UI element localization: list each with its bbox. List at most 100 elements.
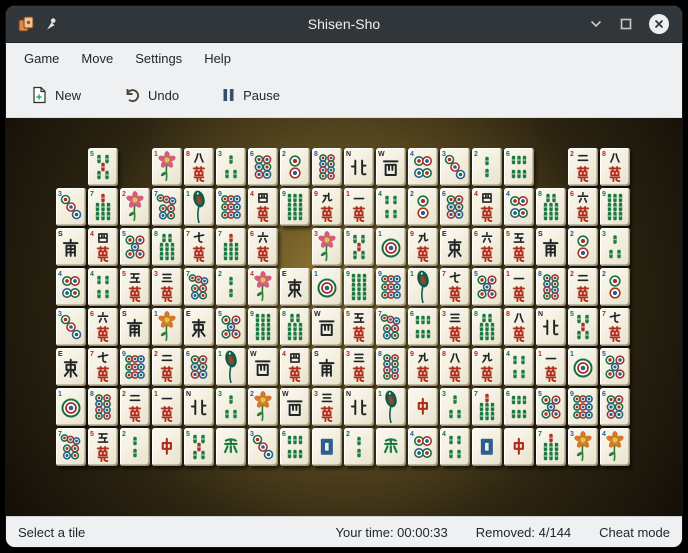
tile-m8[interactable]: 8: [600, 148, 630, 186]
menu-help[interactable]: Help: [194, 47, 241, 70]
tile-m1[interactable]: 1: [536, 348, 566, 386]
minimize-button[interactable]: [588, 16, 604, 32]
tile-m5[interactable]: 5: [344, 308, 374, 346]
tile-p1[interactable]: 1: [312, 268, 342, 306]
tile-s2[interactable]: 2: [344, 428, 374, 466]
tile-wE[interactable]: E: [440, 228, 470, 266]
tile-p2[interactable]: 2: [600, 268, 630, 306]
tile-wN[interactable]: N: [344, 148, 374, 186]
tile-p5[interactable]: 5: [600, 348, 630, 386]
menu-move[interactable]: Move: [71, 47, 123, 70]
tile-dR[interactable]: [408, 388, 438, 426]
tile-s3[interactable]: 3: [600, 228, 630, 266]
tile-m9[interactable]: 9: [472, 348, 502, 386]
tile-wE[interactable]: E: [56, 348, 86, 386]
tile-s1[interactable]: 1: [408, 268, 438, 306]
tile-s9[interactable]: 9: [248, 308, 278, 346]
tile-g2[interactable]: 2: [248, 388, 278, 426]
tile-s3[interactable]: 3: [216, 388, 246, 426]
tile-m4[interactable]: 4: [280, 348, 310, 386]
tile-f2[interactable]: 2: [120, 188, 150, 226]
tile-dW[interactable]: [312, 428, 342, 466]
tile-m5[interactable]: 5: [88, 428, 118, 466]
tile-s5[interactable]: 5: [184, 428, 214, 466]
tile-m6[interactable]: 6: [472, 228, 502, 266]
tile-s8[interactable]: 8: [536, 188, 566, 226]
tile-f4[interactable]: 4: [248, 268, 278, 306]
tile-f3[interactable]: 3: [312, 228, 342, 266]
tile-f1[interactable]: 1: [152, 148, 182, 186]
undo-button[interactable]: Undo: [117, 82, 185, 108]
tile-s7[interactable]: 7: [216, 228, 246, 266]
tile-wS[interactable]: S: [536, 228, 566, 266]
tile-g4[interactable]: 4: [600, 428, 630, 466]
tile-s4[interactable]: 4: [504, 348, 534, 386]
tile-p9[interactable]: 9: [376, 268, 406, 306]
tile-s1[interactable]: 1: [184, 188, 214, 226]
new-button[interactable]: New: [24, 82, 87, 108]
tile-s9[interactable]: 9: [600, 188, 630, 226]
tile-s1[interactable]: 1: [216, 348, 246, 386]
tile-m7[interactable]: 7: [600, 308, 630, 346]
tile-p7[interactable]: 7: [152, 188, 182, 226]
tile-p7[interactable]: 7: [184, 268, 214, 306]
tile-m3[interactable]: 3: [152, 268, 182, 306]
tile-p3[interactable]: 3: [56, 188, 86, 226]
tile-p9[interactable]: 9: [216, 188, 246, 226]
tile-p3[interactable]: 3: [56, 308, 86, 346]
tile-p8[interactable]: 8: [88, 388, 118, 426]
tile-p1[interactable]: 1: [56, 388, 86, 426]
tile-p3[interactable]: 3: [440, 148, 470, 186]
tile-m2[interactable]: 2: [120, 388, 150, 426]
tile-m8[interactable]: 8: [440, 348, 470, 386]
tile-s4[interactable]: 4: [88, 268, 118, 306]
close-button[interactable]: [648, 13, 670, 35]
tile-wE[interactable]: E: [184, 308, 214, 346]
tile-s3[interactable]: 3: [216, 148, 246, 186]
tile-wS[interactable]: S: [56, 228, 86, 266]
tile-s2[interactable]: 2: [472, 148, 502, 186]
tile-m2[interactable]: 2: [568, 148, 598, 186]
menu-settings[interactable]: Settings: [125, 47, 192, 70]
tile-p5[interactable]: 5: [216, 308, 246, 346]
tile-p4[interactable]: 4: [408, 148, 438, 186]
tile-m5[interactable]: 5: [504, 228, 534, 266]
tile-wW[interactable]: W: [248, 348, 278, 386]
tile-s6[interactable]: 6: [408, 308, 438, 346]
tile-m1[interactable]: 1: [504, 268, 534, 306]
tile-m6[interactable]: 6: [88, 308, 118, 346]
tile-wW[interactable]: W: [280, 388, 310, 426]
menu-game[interactable]: Game: [14, 47, 69, 70]
tile-m1[interactable]: 1: [344, 188, 374, 226]
tile-dR[interactable]: [504, 428, 534, 466]
tile-m9[interactable]: 9: [408, 348, 438, 386]
tile-s1[interactable]: 1: [376, 388, 406, 426]
tile-p6[interactable]: 6: [248, 148, 278, 186]
tile-s5[interactable]: 5: [344, 228, 374, 266]
tile-s8[interactable]: 8: [280, 308, 310, 346]
tile-s6[interactable]: 6: [504, 148, 534, 186]
tile-wS[interactable]: S: [312, 348, 342, 386]
tile-p8[interactable]: 8: [376, 348, 406, 386]
tile-s4[interactable]: 4: [376, 188, 406, 226]
tile-m2[interactable]: 2: [568, 268, 598, 306]
tile-p8[interactable]: 8: [312, 148, 342, 186]
tile-m8[interactable]: 8: [504, 308, 534, 346]
tile-m2[interactable]: 2: [152, 348, 182, 386]
tile-wN[interactable]: N: [344, 388, 374, 426]
titlebar[interactable]: Shisen-Sho: [6, 6, 682, 43]
tile-dW[interactable]: [472, 428, 502, 466]
tile-p1[interactable]: 1: [568, 348, 598, 386]
tile-dR[interactable]: [152, 428, 182, 466]
tile-m4[interactable]: 4: [472, 188, 502, 226]
tile-wW[interactable]: W: [376, 148, 406, 186]
tile-p8[interactable]: 8: [536, 268, 566, 306]
tile-wN[interactable]: N: [536, 308, 566, 346]
tile-m9[interactable]: 9: [408, 228, 438, 266]
tile-m5[interactable]: 5: [120, 268, 150, 306]
tile-g1[interactable]: 1: [152, 308, 182, 346]
tile-s8[interactable]: 8: [472, 308, 502, 346]
tile-m4[interactable]: 4: [88, 228, 118, 266]
tile-p2[interactable]: 2: [568, 228, 598, 266]
tile-p9[interactable]: 9: [568, 388, 598, 426]
